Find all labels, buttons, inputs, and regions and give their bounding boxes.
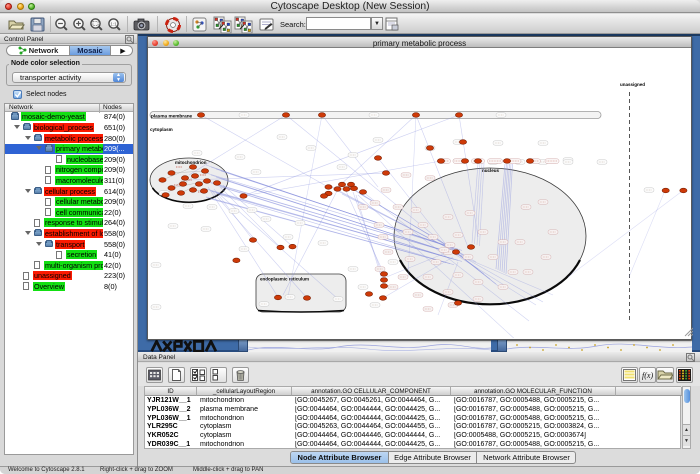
svg-text:1:1: 1:1 [110, 21, 117, 26]
svg-text:f(x): f(x) [642, 371, 653, 380]
svg-text:cytoplasm: cytoplasm [150, 127, 173, 132]
svg-text:nucleus: nucleus [482, 168, 500, 173]
svg-text:unassigned: unassigned [620, 82, 645, 87]
svg-text:plasma membrane: plasma membrane [151, 113, 193, 118]
svg-text:mitochondrion: mitochondrion [175, 160, 207, 165]
